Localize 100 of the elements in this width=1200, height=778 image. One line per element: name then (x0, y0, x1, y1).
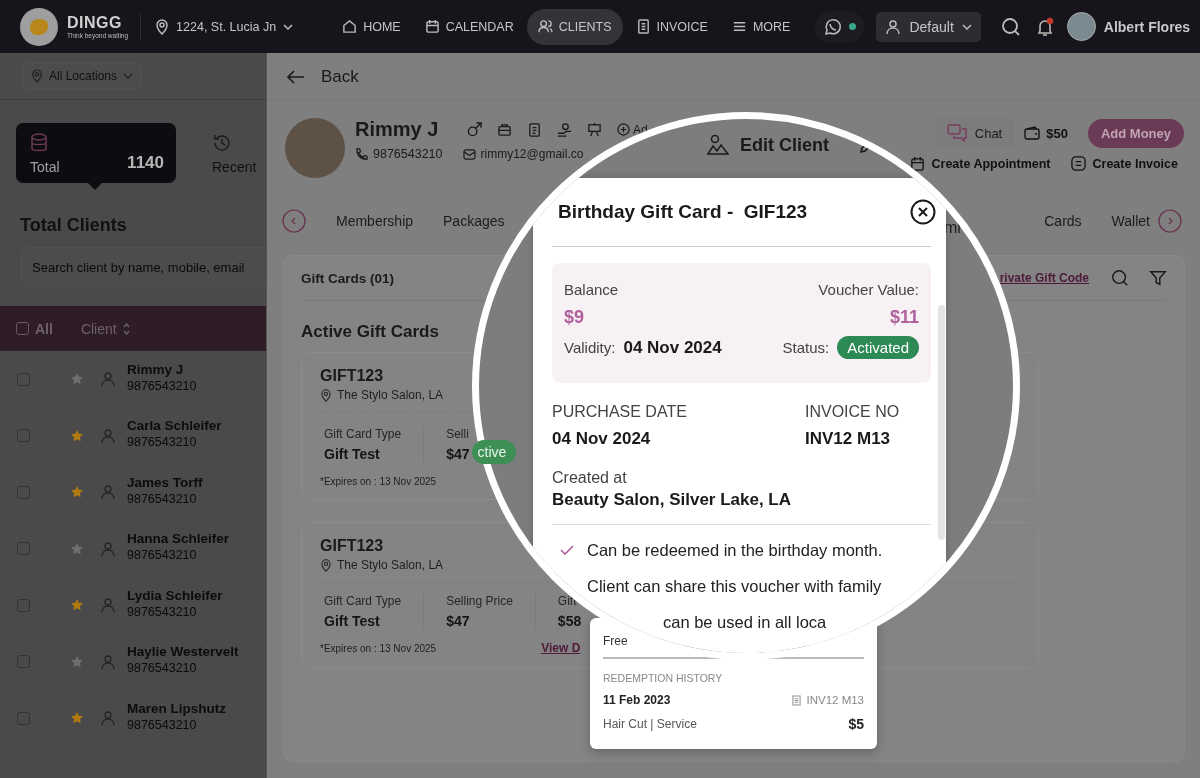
client-phone: 9876543210 (127, 604, 197, 619)
tab[interactable]: Membership (336, 213, 414, 229)
check-icon (560, 545, 574, 556)
clipboard-icon[interactable] (527, 122, 542, 137)
location-pin-icon (155, 18, 170, 35)
select-all-checkbox[interactable] (16, 322, 29, 335)
home-icon (342, 19, 358, 34)
person-icon (100, 710, 116, 727)
easel-icon[interactable] (587, 122, 602, 137)
purchase-date: 04 Nov 2024 (552, 429, 651, 449)
calendar-icon (424, 19, 440, 34)
client-phone: 9876543210 (127, 717, 197, 732)
section-heading: Active Gift Cards (301, 322, 440, 342)
validity-date: 04 Nov 2024 (623, 337, 722, 358)
client-phone: 9876543210 (127, 435, 197, 450)
whatsapp-status[interactable] (815, 10, 865, 43)
star-icon[interactable] (70, 428, 84, 443)
gift-icon[interactable] (497, 122, 512, 137)
expiry-date: *Expires on : 13 Nov 2025 (320, 476, 437, 487)
history-icon (212, 133, 232, 153)
filter-icon[interactable] (1149, 269, 1167, 287)
client-avatar (285, 118, 345, 178)
star-icon[interactable] (70, 598, 84, 613)
gift-card-code: GIFT123 (320, 537, 384, 555)
menu-icon (731, 19, 747, 34)
nav-tab[interactable]: CLIENTS (526, 8, 623, 45)
client-name[interactable]: Lydia Schleifer (127, 587, 223, 603)
field-label: Gift Card Type (324, 594, 402, 608)
close-icon[interactable] (910, 199, 936, 225)
selection-pointer-icon (88, 183, 102, 190)
field-value: Gift Test (324, 445, 381, 462)
person-icon (100, 540, 116, 557)
client-name[interactable]: Maren Lipshutz (127, 700, 226, 716)
location-pin-icon (31, 69, 43, 83)
scrollbar-thumb[interactable] (938, 305, 945, 540)
search-icon[interactable] (1111, 269, 1129, 287)
profile-dropdown[interactable]: Default (876, 11, 981, 42)
user-avatar[interactable] (1066, 12, 1096, 41)
column-header[interactable]: Client (80, 320, 117, 337)
text-fragment: Free (603, 634, 628, 648)
created-at-value: Beauty Salon, Silver Lake, LA (552, 490, 792, 510)
nav-tab[interactable]: INVOICE (624, 8, 719, 45)
star-icon[interactable] (70, 485, 84, 500)
search-icon[interactable] (1000, 16, 1021, 37)
hand-icon[interactable] (557, 122, 572, 137)
tab[interactable]: Wallet (1111, 213, 1150, 229)
back-button[interactable]: Back (287, 66, 359, 87)
client-phone: 9876543210 (373, 147, 443, 161)
stat-tab[interactable]: Total 1140 (16, 123, 176, 183)
invoice-number: INV12 M13 (806, 694, 864, 706)
select-all-label: All (35, 320, 53, 337)
purchase-date-label: PURCHASE DATE (552, 403, 687, 421)
client-name: Rimmy J (355, 118, 440, 141)
status-badge: Activated (837, 336, 919, 359)
star-icon[interactable] (70, 372, 84, 387)
client-name[interactable]: Rimmy J (127, 361, 184, 377)
chevron-down-icon (961, 23, 972, 30)
person-icon (885, 18, 902, 35)
field-label: Selling Price (446, 594, 513, 608)
arrow-left-icon (287, 69, 305, 84)
star-icon[interactable] (70, 541, 84, 556)
add-money-button[interactable]: Add Money (1087, 118, 1184, 148)
invoice-label: INVOICE NO (805, 403, 900, 421)
nav-tab[interactable]: MORE (720, 8, 802, 45)
user-name[interactable]: Albert Flores (1103, 18, 1191, 35)
star-icon[interactable] (70, 711, 84, 726)
client-name[interactable]: Carla Schleifer (127, 418, 222, 434)
nav-tab[interactable]: HOME (331, 8, 412, 45)
client-phone: 9876543210 (127, 491, 197, 506)
tab[interactable]: Cards (1044, 213, 1082, 229)
search-field[interactable]: Search client by name, mobile, email (21, 247, 266, 287)
sort-icon[interactable] (122, 322, 130, 335)
field-label: Gift Card Type (324, 426, 402, 441)
wallet-balance[interactable]: $50 (1024, 125, 1068, 141)
gift-card-location: The Stylo Salon, LA (337, 388, 444, 402)
location-filter[interactable]: All Locations (22, 62, 143, 90)
plus-circle-icon[interactable] (617, 123, 630, 136)
balance-label: Balance (564, 281, 619, 298)
location-pin-icon (320, 558, 332, 572)
chat-icon (946, 124, 967, 142)
balance-value: $9 (564, 307, 585, 328)
edit-client-button[interactable]: Edit Client (706, 133, 829, 157)
calendar-icon (909, 156, 925, 171)
create-invoice-button[interactable]: Create Invoice (1070, 156, 1178, 171)
location-selector[interactable]: 1224, St. Lucia Jn (155, 18, 294, 35)
star-icon[interactable] (70, 654, 84, 669)
invoice-number: INV12 M13 (805, 429, 891, 449)
created-at-label: Created at (552, 469, 627, 487)
people-icon (537, 19, 553, 34)
client-name[interactable]: James Torff (127, 474, 203, 490)
mail-icon (462, 148, 476, 160)
nav-tab[interactable]: CALENDAR (413, 8, 525, 45)
client-name[interactable]: Hanna Schleifer (127, 531, 230, 547)
client-name[interactable]: Haylie Westervelt (127, 644, 239, 660)
view-details-link[interactable]: View D (541, 641, 581, 655)
section-title: Total Clients (20, 215, 128, 236)
term-text: Can be redeemed in the birthday month. (587, 541, 883, 560)
private-gift-code-link[interactable]: rivate Gift Code (999, 271, 1089, 285)
field-value: $58 (557, 613, 582, 629)
redemption-date: 11 Feb 2023 (603, 693, 671, 707)
